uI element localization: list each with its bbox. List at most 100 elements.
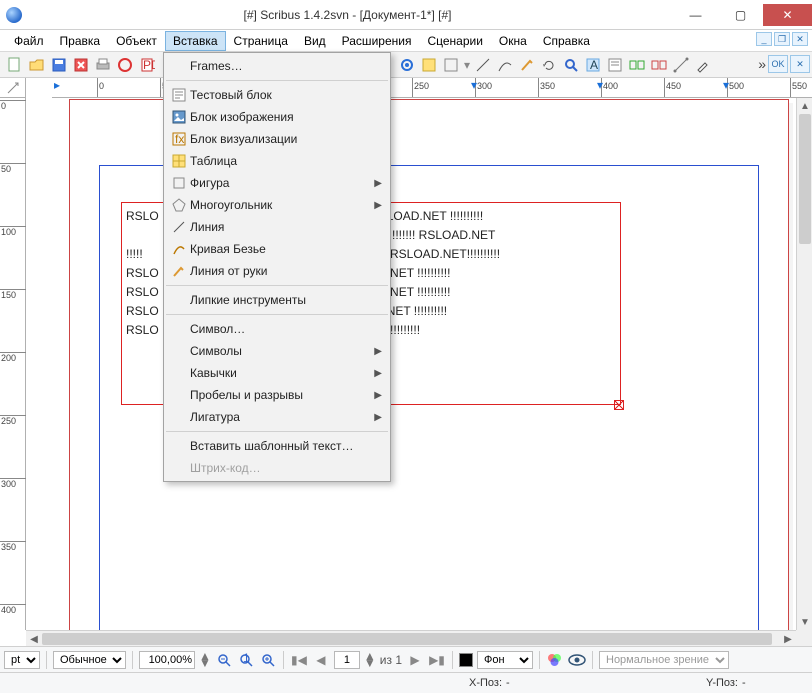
- gear-icon[interactable]: [398, 56, 416, 74]
- scroll-left-icon[interactable]: ◀: [26, 631, 42, 647]
- scroll-right-icon[interactable]: ▶: [780, 631, 796, 647]
- menuitem-freehand[interactable]: Линия от руки: [164, 260, 390, 282]
- open-icon[interactable]: [28, 56, 46, 74]
- unit-select[interactable]: pt: [4, 651, 40, 669]
- menuitem-spaces[interactable]: Пробелы и разрывы▶: [164, 384, 390, 406]
- color-manage-icon[interactable]: [546, 651, 564, 669]
- prev-page-icon[interactable]: ◀: [312, 651, 330, 669]
- ruler-origin[interactable]: [0, 78, 26, 98]
- svg-text:A: A: [590, 58, 598, 72]
- menuitem-ligature[interactable]: Лигатура▶: [164, 406, 390, 428]
- cancel-toolbar-button[interactable]: ✕: [790, 55, 810, 73]
- page-number-input[interactable]: [334, 651, 360, 669]
- link-frames-icon[interactable]: [628, 56, 646, 74]
- freehand-tool-icon[interactable]: [518, 56, 536, 74]
- submenu-arrow-icon: ▶: [374, 200, 382, 211]
- document-canvas[interactable]: RSLOLOAD.NET !!!!!!!!!! !!!!!!!!!! RSLOA…: [26, 98, 796, 630]
- mdi-controls: _ ❐ ✕: [754, 32, 808, 46]
- measure-icon[interactable]: [672, 56, 690, 74]
- text-overflow-indicator[interactable]: [614, 400, 624, 410]
- menu-view[interactable]: Вид: [296, 31, 334, 51]
- last-page-icon[interactable]: ▶▮: [428, 651, 446, 669]
- vision-select[interactable]: Нормальное зрение: [599, 651, 729, 669]
- vertical-ruler[interactable]: 050100150200250300350400: [0, 98, 26, 630]
- scroll-thumb-h[interactable]: [42, 633, 772, 645]
- color-swatch-icon[interactable]: [420, 56, 438, 74]
- menuitem-image-frame[interactable]: Блок изображения: [164, 106, 390, 128]
- preflight-icon[interactable]: [116, 56, 134, 74]
- mdi-minimize-button[interactable]: _: [756, 32, 772, 46]
- ruler-tick: 400: [601, 78, 618, 98]
- menuitem-table[interactable]: Таблица: [164, 150, 390, 172]
- zoom-out-icon[interactable]: [215, 651, 233, 669]
- menuitem-polygon[interactable]: Многоугольник▶: [164, 194, 390, 216]
- pdf-icon[interactable]: PDF: [138, 56, 156, 74]
- vertical-scrollbar[interactable]: ▲ ▼: [796, 98, 812, 630]
- rotate-icon[interactable]: [540, 56, 558, 74]
- menu-help[interactable]: Справка: [535, 31, 598, 51]
- scroll-thumb-v[interactable]: [799, 114, 811, 244]
- menu-page[interactable]: Страница: [226, 31, 296, 51]
- node-edit-icon[interactable]: [442, 56, 460, 74]
- ok-button[interactable]: OK: [768, 55, 788, 73]
- menuitem-line[interactable]: Линия: [164, 216, 390, 238]
- first-page-icon[interactable]: ▮◀: [290, 651, 308, 669]
- menu-extensions[interactable]: Расширения: [334, 31, 420, 51]
- menuitem-symbols[interactable]: Символы▶: [164, 340, 390, 362]
- zoom-in-icon[interactable]: [259, 651, 277, 669]
- menuitem-sample-text[interactable]: Вставить шаблонный текст…: [164, 435, 390, 457]
- y-pos-value: -: [742, 677, 802, 689]
- unlink-frames-icon[interactable]: [650, 56, 668, 74]
- line-tool-icon[interactable]: [474, 56, 492, 74]
- submenu-arrow-icon: ▶: [374, 346, 382, 357]
- close-doc-icon[interactable]: [72, 56, 90, 74]
- menuitem-quotes[interactable]: Кавычки▶: [164, 362, 390, 384]
- menu-file[interactable]: Файл: [6, 31, 52, 51]
- menu-insert[interactable]: Вставка: [165, 31, 226, 51]
- edit-text-icon[interactable]: A: [584, 56, 602, 74]
- mdi-close-button[interactable]: ✕: [792, 32, 808, 46]
- menuitem-shape[interactable]: Фигура▶: [164, 172, 390, 194]
- dropdown-arrow-icon[interactable]: ▾: [464, 58, 470, 72]
- bezier-tool-icon[interactable]: [496, 56, 514, 74]
- preview-icon[interactable]: [568, 651, 586, 669]
- mdi-restore-button[interactable]: ❐: [774, 32, 790, 46]
- menu-object[interactable]: Объект: [108, 31, 165, 51]
- ruler-tick: 400: [0, 604, 26, 615]
- next-page-icon[interactable]: ▶: [406, 651, 424, 669]
- line-icon: [168, 219, 190, 235]
- menuitem-render-frame[interactable]: fxБлок визуализации: [164, 128, 390, 150]
- minimize-button[interactable]: —: [673, 4, 718, 26]
- menuitem-bezier[interactable]: Кривая Безье: [164, 238, 390, 260]
- style-select[interactable]: Обычное: [53, 651, 126, 669]
- menu-edit[interactable]: Правка: [52, 31, 109, 51]
- window-controls: — ▢ ✕: [673, 4, 812, 26]
- scroll-down-icon[interactable]: ▼: [797, 614, 812, 630]
- horizontal-scrollbar[interactable]: ◀ ▶: [26, 630, 796, 646]
- new-icon[interactable]: [6, 56, 24, 74]
- ruler-marker-icon: ▾: [723, 78, 729, 92]
- menuitem-text-frame[interactable]: Тестовый блок: [164, 84, 390, 106]
- toolbar-overflow-icon[interactable]: »: [758, 56, 766, 72]
- eyedropper-icon[interactable]: [694, 56, 712, 74]
- menuitem-symbol[interactable]: Символ…: [164, 318, 390, 340]
- layer-select[interactable]: Фон: [477, 651, 533, 669]
- zoom-input[interactable]: [139, 651, 195, 669]
- zoom-reset-icon[interactable]: 1: [237, 651, 255, 669]
- save-icon[interactable]: [50, 56, 68, 74]
- maximize-button[interactable]: ▢: [718, 4, 763, 26]
- menu-windows[interactable]: Окна: [491, 31, 535, 51]
- close-button[interactable]: ✕: [763, 4, 812, 26]
- background-swatch[interactable]: [459, 653, 473, 667]
- zoom-icon[interactable]: [562, 56, 580, 74]
- zoom-spinner[interactable]: ▲▼: [199, 653, 211, 667]
- menuitem-frames[interactable]: Frames…: [164, 55, 390, 77]
- text-line: RSLO: [126, 304, 159, 318]
- scroll-up-icon[interactable]: ▲: [797, 98, 812, 114]
- print-icon[interactable]: [94, 56, 112, 74]
- page-spinner[interactable]: ▲▼: [364, 653, 376, 667]
- ruler-tick: 200: [0, 352, 26, 363]
- menu-scripts[interactable]: Сценарии: [419, 31, 490, 51]
- story-editor-icon[interactable]: [606, 56, 624, 74]
- menuitem-sticky-tools[interactable]: Липкие инструменты: [164, 289, 390, 311]
